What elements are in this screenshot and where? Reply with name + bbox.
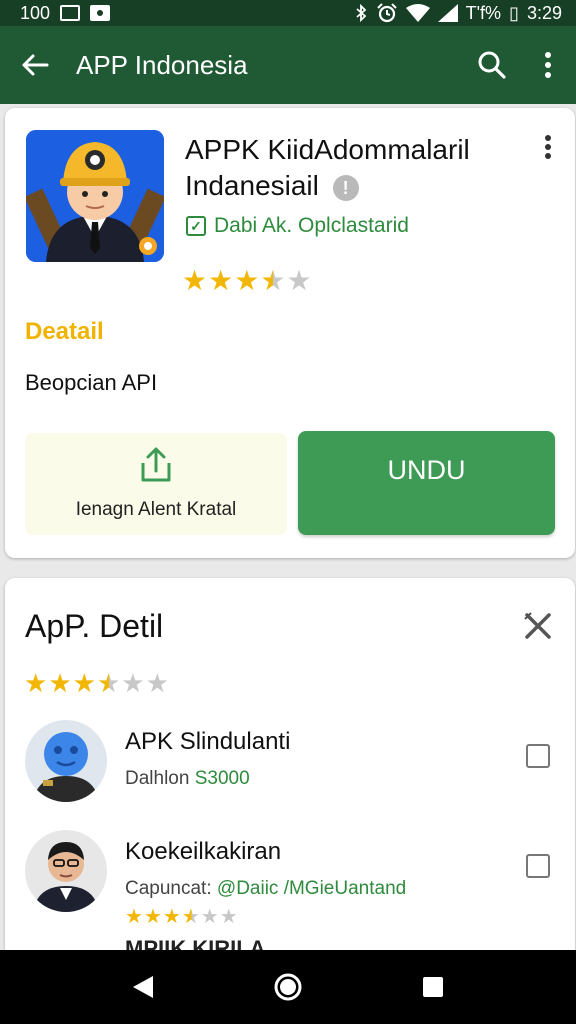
detail-heading: Deatail — [25, 318, 104, 345]
search-button[interactable] — [464, 26, 520, 104]
status-right-text: T'f% — [465, 3, 502, 23]
square-icon — [60, 5, 81, 21]
nav-back-icon — [132, 976, 153, 998]
avatar — [25, 720, 107, 802]
wifi-icon — [405, 4, 430, 22]
star-icon: ★ — [72, 668, 97, 698]
star-empty-icon: ★ — [121, 668, 146, 698]
nav-home-icon — [274, 973, 302, 1001]
close-button[interactable] — [520, 608, 556, 644]
app-name-line1: APPK KiidAdommalaril — [185, 134, 470, 165]
star-empty-icon: ★ — [200, 906, 220, 928]
avatar — [25, 830, 107, 912]
app-bar-title: APP Indonesia — [76, 49, 248, 80]
star-icon: ★ — [234, 265, 261, 296]
app-card-menu-button[interactable] — [533, 132, 563, 162]
bluetooth-icon — [356, 4, 366, 22]
app-name-line2: Indanesiail — [185, 170, 319, 201]
nav-recents-icon — [423, 977, 444, 997]
star-icon: ★ — [125, 906, 144, 928]
nav-recents-button[interactable] — [403, 957, 463, 1017]
share-button[interactable]: Ienagn Alent Kratal — [25, 433, 287, 535]
star-half-icon: ★ — [96, 668, 122, 698]
back-button[interactable] — [0, 26, 70, 104]
close-icon — [524, 612, 551, 639]
square-filled-icon — [90, 5, 111, 21]
nav-back-button[interactable] — [113, 957, 173, 1017]
list-item-checkbox[interactable] — [526, 854, 550, 878]
app-rating-stars: ★★★★★ — [182, 264, 313, 297]
status-bar: 100 T'f% ▯ 3:29 — [0, 0, 576, 26]
list-item[interactable]: Koekeilkakiran Capuncat: @Daiic /MGieUan… — [5, 830, 575, 930]
share-label: Ienagn Alent Kratal — [75, 499, 237, 520]
search-icon — [478, 51, 506, 79]
overflow-menu-button[interactable] — [520, 26, 576, 104]
app-name: APPK KiidAdommalaril Indanesiail ! — [185, 132, 515, 204]
developer-row: ✓ Dabi Ak. Oplclastarid — [186, 214, 409, 238]
star-icon: ★ — [162, 906, 182, 928]
install-button[interactable]: UNDU — [298, 431, 555, 535]
star-icon: ★ — [24, 668, 49, 698]
nav-home-button[interactable] — [258, 957, 318, 1017]
app-bar: APP Indonesia — [0, 26, 576, 104]
miner-avatar-icon — [26, 130, 164, 262]
status-left-text: 100 — [20, 2, 51, 23]
star-icon: ★ — [208, 265, 235, 296]
list-item-checkbox[interactable] — [526, 744, 550, 768]
status-time: 3:29 — [526, 2, 562, 23]
app-info-card: APPK KiidAdommalaril Indanesiail ! ✓ Dab… — [5, 108, 575, 558]
alarm-icon — [376, 3, 397, 23]
star-icon: ★ — [48, 668, 73, 698]
star-half-icon: ★ — [181, 906, 201, 928]
blue-robot-avatar-icon — [25, 720, 107, 802]
detail-card-title: ApP. Detil — [25, 608, 164, 644]
star-empty-icon: ★ — [219, 906, 239, 928]
more-vert-icon — [545, 52, 551, 78]
detail-text: Beopcian API — [25, 370, 158, 395]
list-item-subtitle: Capuncat: @Daiic /MGieUantand — [125, 878, 407, 899]
battery-icon: ▯ — [509, 3, 519, 23]
share-icon — [141, 447, 171, 482]
list-item-title: APK Slindulanti — [125, 728, 291, 755]
verified-check-icon: ✓ — [186, 216, 206, 236]
list-item-title: Koekeilkakiran — [125, 838, 282, 865]
star-icon: ★ — [182, 265, 209, 296]
list-item-rating-stars: ★★★★★★ — [125, 904, 239, 929]
developer-name[interactable]: Dabi Ak. Oplclastarid — [214, 214, 409, 238]
star-empty-icon: ★ — [286, 265, 313, 296]
list-item[interactable]: APK Slindulanti Dalhlon S3000 — [5, 720, 575, 820]
app-icon[interactable] — [26, 130, 164, 262]
signal-icon — [437, 4, 458, 22]
list-item-subtitle: Dalhlon S3000 — [125, 768, 250, 789]
star-icon: ★ — [143, 906, 163, 928]
star-half-icon: ★ — [260, 265, 287, 296]
more-vert-icon — [545, 135, 551, 159]
system-nav-bar — [0, 950, 576, 1024]
app-detail-card: ApP. Detil ★★★★★★ APK Slindulanti Dalhlo… — [5, 578, 575, 958]
man-avatar-icon — [25, 830, 107, 912]
back-arrow-icon — [22, 54, 49, 76]
detail-rating-stars: ★★★★★★ — [24, 668, 170, 699]
star-empty-icon: ★ — [145, 668, 170, 698]
info-icon[interactable]: ! — [332, 174, 359, 201]
